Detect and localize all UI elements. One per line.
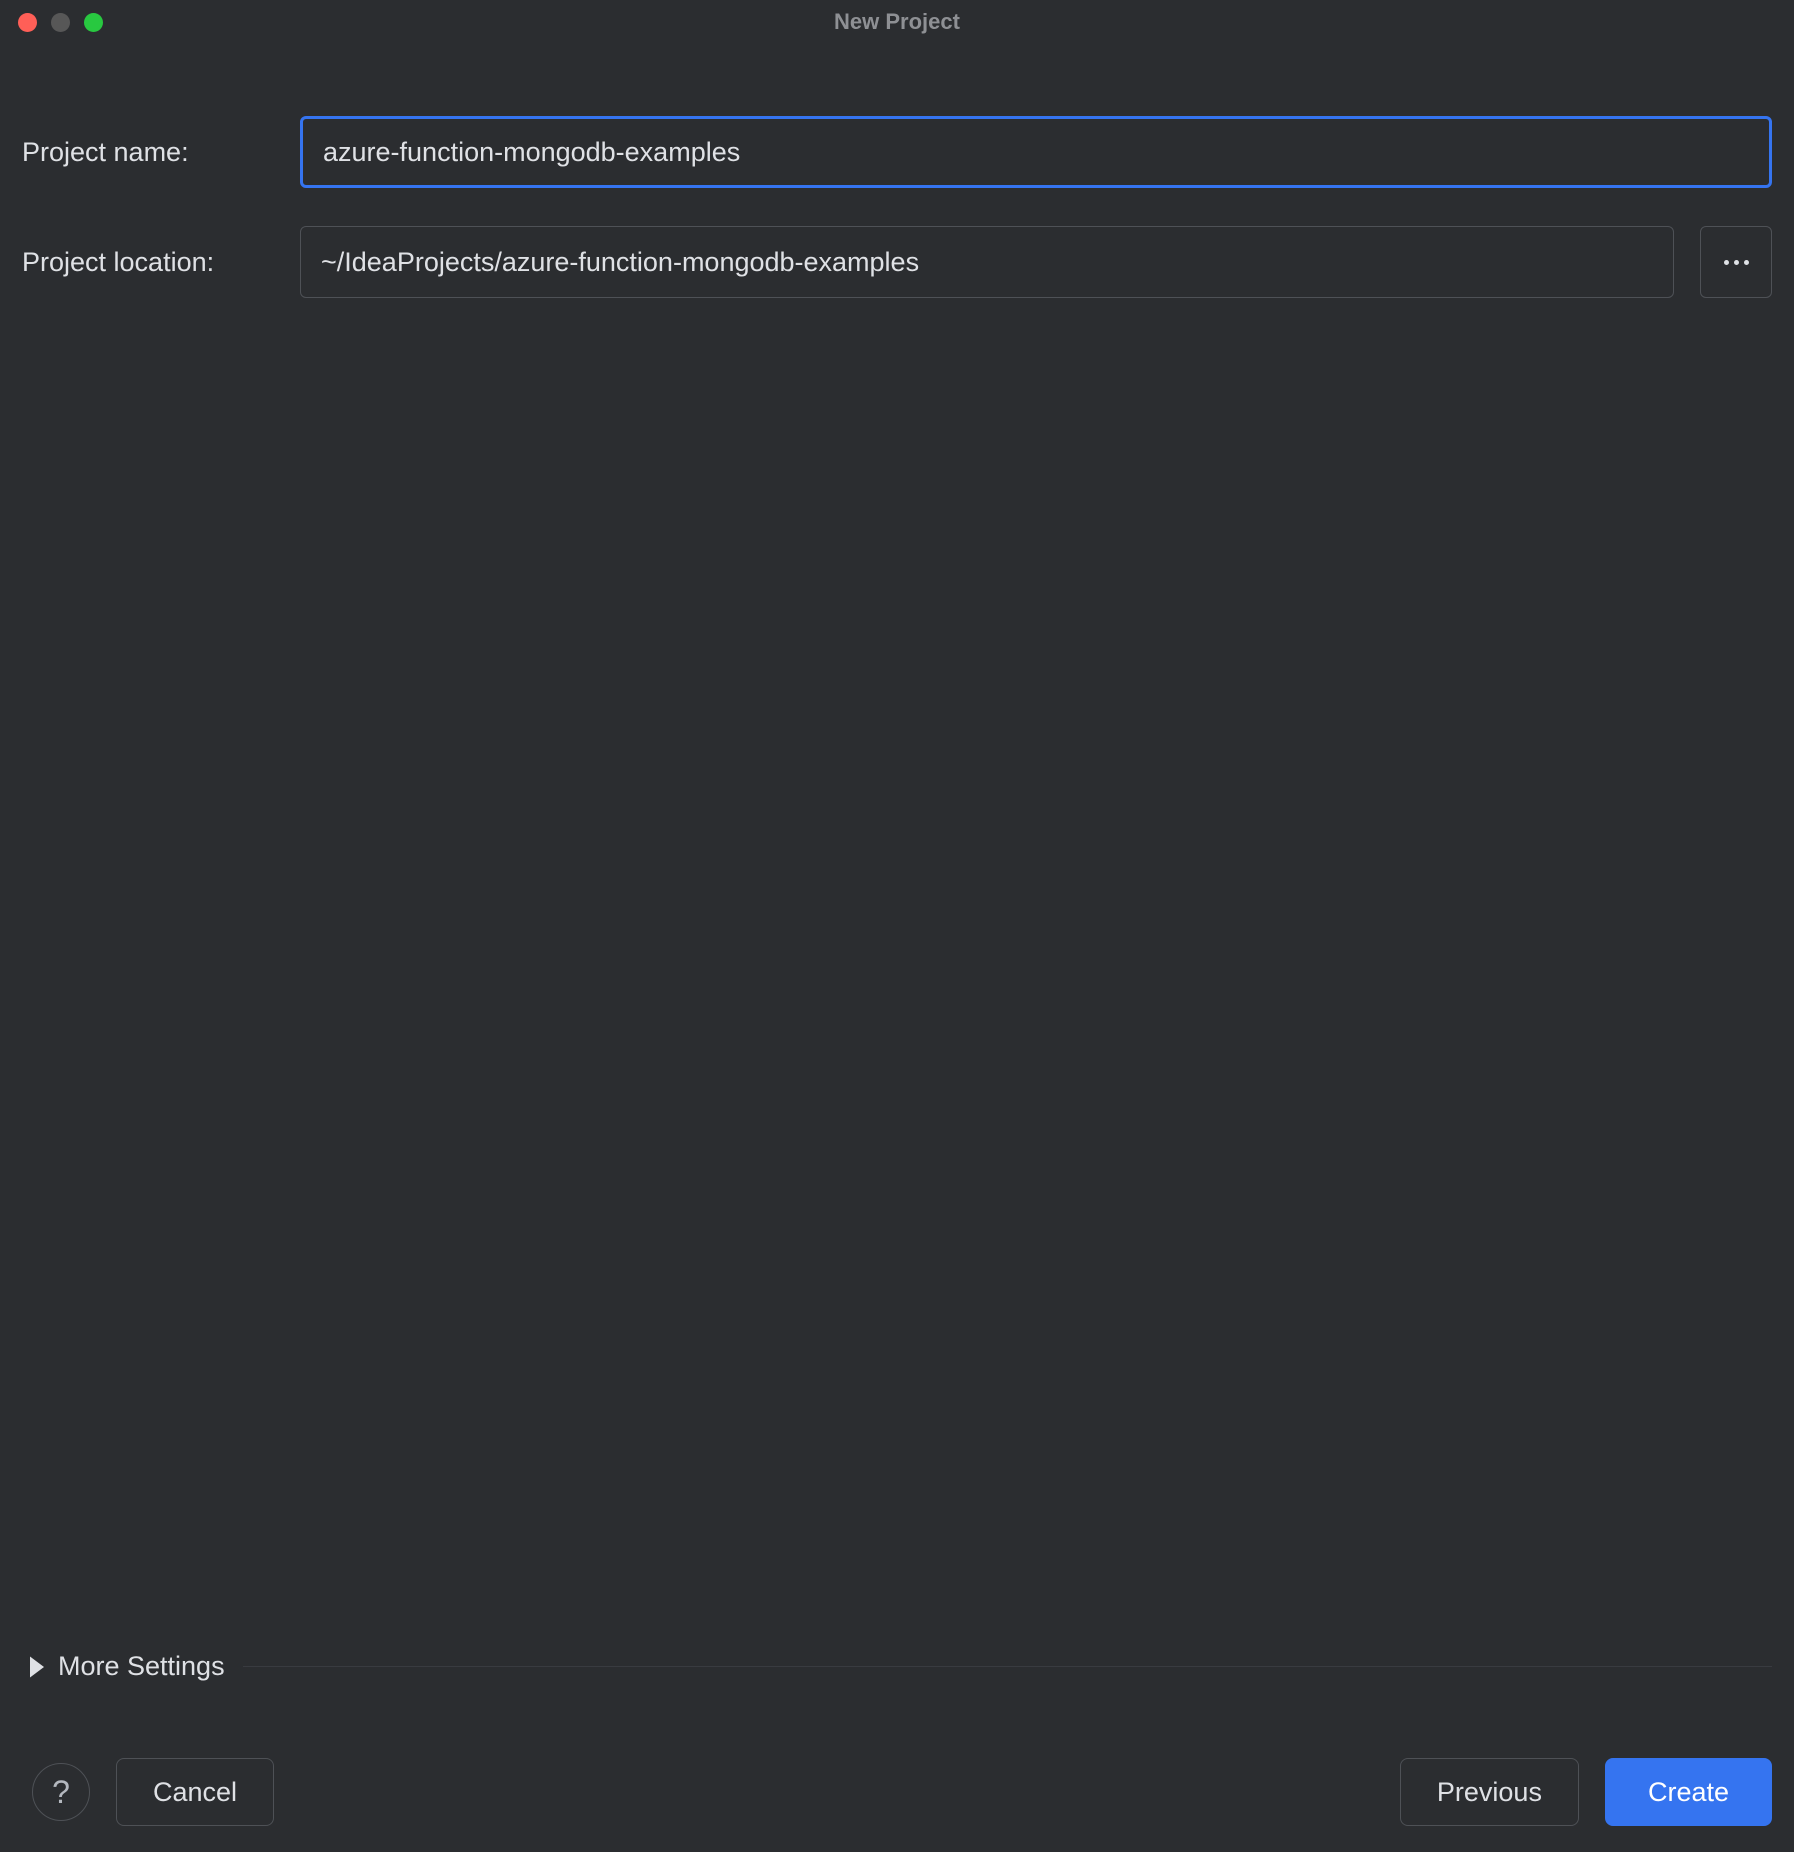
close-window-icon[interactable] bbox=[18, 13, 37, 32]
more-settings-expander[interactable]: More Settings bbox=[26, 1651, 1772, 1682]
project-location-label: Project location: bbox=[22, 247, 300, 278]
browse-location-button[interactable] bbox=[1700, 226, 1772, 298]
chevron-right-icon bbox=[26, 1656, 48, 1678]
help-button[interactable]: ? bbox=[32, 1763, 90, 1821]
divider bbox=[243, 1666, 1772, 1667]
help-icon: ? bbox=[52, 1774, 70, 1811]
project-location-input[interactable] bbox=[300, 226, 1674, 298]
dialog-footer: ? Cancel Previous Create bbox=[0, 1758, 1794, 1826]
ellipsis-icon bbox=[1724, 260, 1749, 265]
window-title: New Project bbox=[834, 9, 960, 35]
window-controls bbox=[0, 13, 103, 32]
project-name-label: Project name: bbox=[22, 137, 300, 168]
dialog-content: Project name: Project location: bbox=[0, 44, 1794, 298]
titlebar: New Project bbox=[0, 0, 1794, 44]
project-location-row: Project location: bbox=[22, 226, 1772, 298]
project-name-row: Project name: bbox=[22, 116, 1772, 188]
more-settings-label: More Settings bbox=[58, 1651, 225, 1682]
previous-button[interactable]: Previous bbox=[1400, 1758, 1579, 1826]
minimize-window-icon[interactable] bbox=[51, 13, 70, 32]
create-button[interactable]: Create bbox=[1605, 1758, 1772, 1826]
maximize-window-icon[interactable] bbox=[84, 13, 103, 32]
project-name-input[interactable] bbox=[300, 116, 1772, 188]
cancel-button[interactable]: Cancel bbox=[116, 1758, 274, 1826]
